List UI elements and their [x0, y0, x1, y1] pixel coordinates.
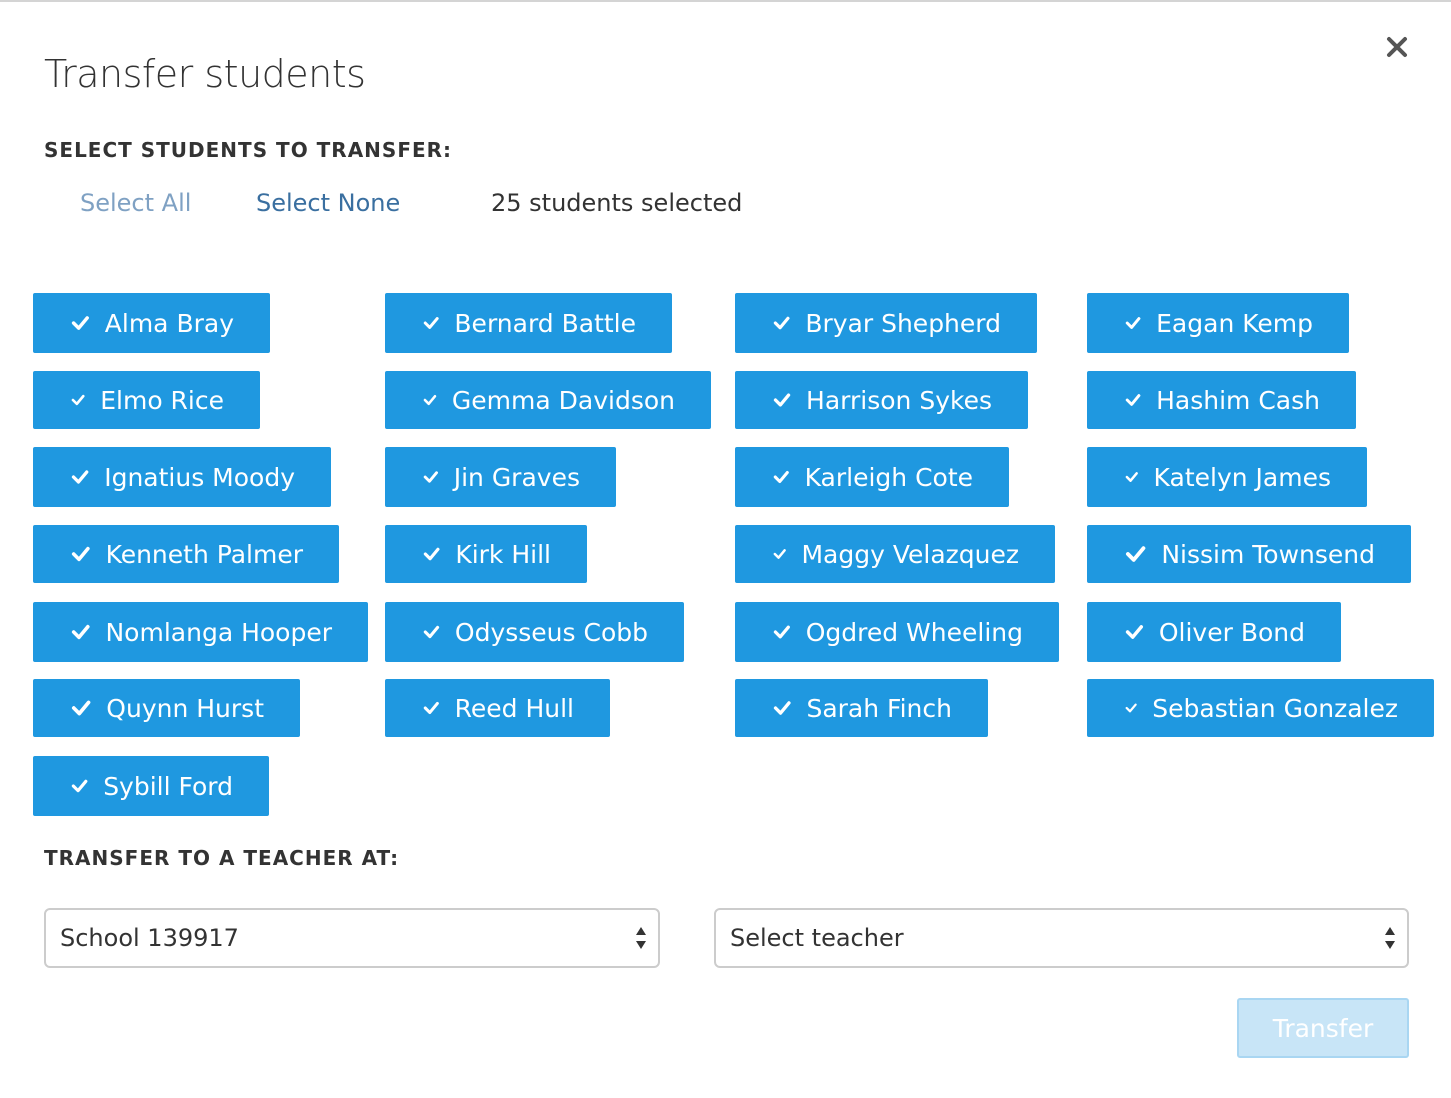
student-toggle[interactable]: Karleigh Cote: [735, 447, 1009, 507]
selected-count: 25 students selected: [491, 189, 743, 217]
checkmark-icon: [773, 393, 791, 407]
student-name: Oliver Bond: [1158, 617, 1305, 647]
checkmark-icon: [423, 394, 437, 406]
checkmark-icon: [773, 625, 790, 639]
checkmark-icon: [773, 470, 789, 484]
student-name: Kirk Hill: [455, 539, 551, 569]
top-divider: [0, 0, 1451, 2]
student-toggle[interactable]: Nomlanga Hooper: [33, 602, 368, 662]
student-name: Alma Bray: [104, 308, 234, 338]
checkmark-icon: [423, 317, 439, 329]
student-toggle[interactable]: Quynn Hurst: [33, 679, 300, 737]
checkmark-icon: [1125, 703, 1137, 713]
student-name: Sybill Ford: [103, 771, 233, 801]
student-name: Eagan Kemp: [1156, 308, 1313, 338]
teacher-select-value: Select teacher: [730, 924, 904, 952]
checkmark-icon: [71, 394, 85, 406]
checkmark-icon: [71, 470, 89, 484]
transfer-to-teacher-label: TRANSFER TO A TEACHER AT:: [44, 846, 400, 870]
transfer-button[interactable]: Transfer: [1237, 998, 1409, 1058]
student-name: Harrison Sykes: [806, 385, 992, 415]
student-toggle[interactable]: Nissim Townsend: [1087, 525, 1411, 583]
checkmark-icon: [1125, 546, 1146, 562]
student-toggle[interactable]: Elmo Rice: [33, 371, 260, 429]
student-toggle[interactable]: Gemma Davidson: [385, 371, 711, 429]
checkmark-icon: [773, 701, 791, 715]
school-select-value: School 139917: [60, 924, 239, 952]
student-name: Sebastian Gonzalez: [1152, 693, 1398, 723]
checkmark-icon: [71, 316, 89, 330]
checkmark-icon: [71, 624, 90, 640]
student-name: Nissim Townsend: [1161, 539, 1375, 569]
select-arrows-icon: [1385, 927, 1395, 949]
student-toggle[interactable]: Hashim Cash: [1087, 371, 1356, 429]
student-toggle[interactable]: Sebastian Gonzalez: [1087, 679, 1434, 737]
student-toggle[interactable]: Reed Hull: [385, 679, 610, 737]
student-name: Nomlanga Hooper: [105, 617, 332, 647]
student-toggle[interactable]: Sarah Finch: [735, 679, 988, 737]
checkmark-icon: [423, 701, 439, 715]
teacher-select[interactable]: Select teacher: [714, 908, 1409, 968]
student-name: Bryar Shepherd: [805, 308, 1001, 338]
transfer-students-modal: Transfer students SELECT STUDENTS TO TRA…: [0, 0, 1451, 1098]
student-name: Kenneth Palmer: [105, 539, 303, 569]
checkmark-icon: [71, 700, 91, 716]
select-none-link[interactable]: Select None: [256, 189, 400, 217]
student-name: Jin Graves: [453, 462, 580, 492]
student-name: Gemma Davidson: [451, 385, 675, 415]
student-name: Katelyn James: [1153, 462, 1331, 492]
student-name: Elmo Rice: [100, 385, 224, 415]
checkmark-icon: [773, 316, 790, 330]
student-toggle[interactable]: Maggy Velazquez: [735, 525, 1055, 583]
student-toggle[interactable]: Kirk Hill: [385, 525, 587, 583]
student-toggle[interactable]: Odysseus Cobb: [385, 602, 684, 662]
student-name: Sarah Finch: [806, 693, 952, 723]
student-toggle[interactable]: Harrison Sykes: [735, 371, 1028, 429]
student-toggle[interactable]: Jin Graves: [385, 447, 616, 507]
student-toggle[interactable]: Bryar Shepherd: [735, 293, 1037, 353]
student-toggle[interactable]: Bernard Battle: [385, 293, 672, 353]
school-select[interactable]: School 139917: [44, 908, 660, 968]
student-name: Hashim Cash: [1156, 385, 1320, 415]
student-name: Quynn Hurst: [106, 693, 264, 723]
student-toggle[interactable]: Eagan Kemp: [1087, 293, 1349, 353]
student-name: Odysseus Cobb: [454, 617, 648, 647]
student-toggle[interactable]: Ignatius Moody: [33, 447, 331, 507]
modal-title: Transfer students: [44, 52, 366, 96]
checkmark-icon: [773, 549, 786, 559]
student-toggle[interactable]: Kenneth Palmer: [33, 525, 339, 583]
student-toggle[interactable]: Sybill Ford: [33, 756, 269, 816]
student-toggle[interactable]: Oliver Bond: [1087, 602, 1341, 662]
student-toggle[interactable]: Ogdred Wheeling: [735, 602, 1059, 662]
student-name: Ignatius Moody: [104, 462, 295, 492]
student-name: Maggy Velazquez: [801, 539, 1019, 569]
close-icon: [1387, 37, 1407, 57]
checkmark-icon: [1125, 472, 1138, 482]
select-all-link[interactable]: Select All: [80, 189, 191, 217]
checkmark-icon: [1125, 394, 1141, 406]
student-name: Ogdred Wheeling: [805, 617, 1023, 647]
student-toggle[interactable]: Alma Bray: [33, 293, 270, 353]
student-name: Bernard Battle: [454, 308, 636, 338]
checkmark-icon: [423, 625, 440, 639]
student-name: Reed Hull: [454, 693, 574, 723]
checkmark-icon: [423, 471, 438, 483]
select-arrows-icon: [636, 927, 646, 949]
student-name: Karleigh Cote: [804, 462, 973, 492]
checkmark-icon: [1125, 317, 1141, 329]
close-button[interactable]: [1380, 30, 1414, 64]
select-students-label: SELECT STUDENTS TO TRANSFER:: [44, 138, 453, 162]
checkmark-icon: [1125, 625, 1144, 639]
checkmark-icon: [71, 546, 90, 562]
checkmark-icon: [423, 547, 440, 561]
checkmark-icon: [71, 779, 88, 793]
student-toggle[interactable]: Katelyn James: [1087, 447, 1367, 507]
